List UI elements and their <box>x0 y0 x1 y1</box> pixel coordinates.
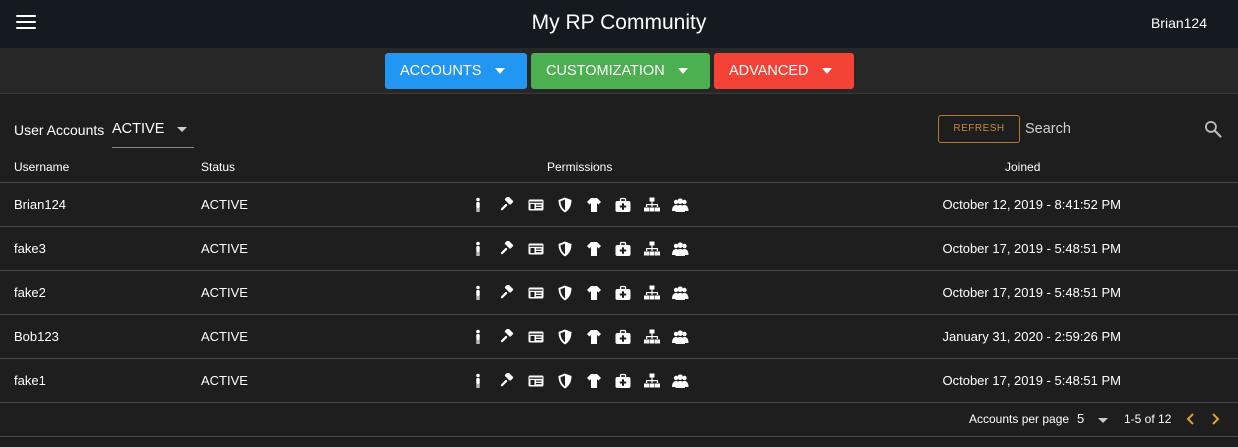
status-cell: ACTIVE <box>201 373 248 388</box>
users-icon[interactable] <box>672 329 690 345</box>
sitemap-icon[interactable] <box>644 329 660 345</box>
caret-down-icon <box>822 68 832 74</box>
sitemap-icon[interactable] <box>644 285 660 301</box>
status-filter-value: ACTIVE <box>112 121 165 137</box>
users-icon[interactable] <box>672 285 690 301</box>
gavel-icon[interactable] <box>499 329 515 345</box>
person-icon[interactable] <box>470 241 486 257</box>
customization-menu-label: CUSTOMIZATION <box>546 63 665 79</box>
gavel-icon[interactable] <box>499 373 515 389</box>
filter-row: User Accounts ACTIVE REFRESH <box>0 94 1238 154</box>
status-filter-select[interactable]: ACTIVE <box>112 114 194 148</box>
medkit-icon[interactable] <box>615 241 631 257</box>
gavel-icon[interactable] <box>499 241 515 257</box>
shirt-icon[interactable] <box>586 373 602 389</box>
users-icon[interactable] <box>672 241 690 257</box>
shield-icon[interactable] <box>557 329 573 345</box>
user-accounts-label: User Accounts <box>14 122 105 138</box>
status-cell: ACTIVE <box>201 329 248 344</box>
chevron-left-icon[interactable] <box>1184 412 1198 426</box>
table-row[interactable]: fake2 ACTIVE October 17, 2019 - 5:48:51 PM <box>0 271 1238 315</box>
chevron-right-icon[interactable] <box>1208 412 1222 426</box>
app-bar: My RP Community Brian124 <box>0 0 1238 48</box>
per-page-label: Accounts per page <box>969 412 1070 426</box>
advanced-menu-button[interactable]: ADVANCED <box>714 53 854 89</box>
per-page-select[interactable]: 5 <box>1077 410 1113 430</box>
table-header: Username Status Permissions Joined <box>0 154 1238 183</box>
table-footer: Accounts per page 5 1-5 of 12 <box>0 403 1238 437</box>
users-icon[interactable] <box>672 373 690 389</box>
id-card-icon[interactable] <box>528 241 544 257</box>
joined-cell: October 17, 2019 - 5:48:51 PM <box>942 241 1122 256</box>
status-cell: ACTIVE <box>201 285 248 300</box>
shirt-icon[interactable] <box>586 285 602 301</box>
joined-cell: January 31, 2020 - 2:59:26 PM <box>942 329 1121 344</box>
advanced-menu-label: ADVANCED <box>729 63 809 79</box>
customization-menu-button[interactable]: CUSTOMIZATION <box>531 53 710 89</box>
person-icon[interactable] <box>470 373 486 389</box>
sitemap-icon[interactable] <box>644 373 660 389</box>
table-row[interactable]: Brian124 ACTIVE October 12, 2019 - 8:41:52… <box>0 183 1238 227</box>
accounts-menu-label: ACCOUNTS <box>400 63 482 79</box>
username-cell: fake1 <box>14 373 46 388</box>
id-card-icon[interactable] <box>528 373 544 389</box>
app-title: My RP Community <box>531 11 707 34</box>
shield-icon[interactable] <box>557 197 573 213</box>
search-input[interactable] <box>1025 118 1195 140</box>
sitemap-icon[interactable] <box>644 241 660 257</box>
person-icon[interactable] <box>470 329 486 345</box>
gavel-icon[interactable] <box>499 285 515 301</box>
joined-cell: October 12, 2019 - 8:41:52 PM <box>942 197 1122 212</box>
per-page-value: 5 <box>1077 411 1085 426</box>
caret-down-icon <box>678 68 688 74</box>
user-name[interactable]: Brian124 <box>1151 15 1207 31</box>
refresh-button[interactable]: REFRESH <box>938 115 1020 143</box>
page-range: 1-5 of 12 <box>1124 412 1172 426</box>
caret-down-icon <box>1098 418 1108 423</box>
medkit-icon[interactable] <box>615 373 631 389</box>
status-cell: ACTIVE <box>201 197 248 212</box>
joined-cell: October 17, 2019 - 5:48:51 PM <box>942 373 1122 388</box>
shield-icon[interactable] <box>557 241 573 257</box>
username-cell: Brian124 <box>14 197 67 212</box>
id-card-icon[interactable] <box>528 197 544 213</box>
table-row[interactable]: Bob123 ACTIVE January 31, 2020 - 2:59:26 P… <box>0 315 1238 359</box>
gavel-icon[interactable] <box>499 197 515 213</box>
id-card-icon[interactable] <box>528 285 544 301</box>
medkit-icon[interactable] <box>615 197 631 213</box>
shirt-icon[interactable] <box>586 329 602 345</box>
column-header-permissions: Permissions <box>547 160 613 174</box>
caret-down-icon <box>177 127 187 132</box>
username-cell: Bob123 <box>14 329 59 344</box>
users-icon[interactable] <box>672 197 690 213</box>
table-row[interactable]: fake3 ACTIVE October 17, 2019 - 5:48:51 PM <box>0 227 1238 271</box>
shirt-icon[interactable] <box>586 197 602 213</box>
shield-icon[interactable] <box>557 285 573 301</box>
person-icon[interactable] <box>470 197 486 213</box>
column-header-joined[interactable]: Joined <box>1005 160 1040 174</box>
status-cell: ACTIVE <box>201 241 248 256</box>
username-cell: fake3 <box>14 241 46 256</box>
table-row[interactable]: fake1 ACTIVE October 17, 2019 - 5:48:51 PM <box>0 359 1238 403</box>
medkit-icon[interactable] <box>615 329 631 345</box>
column-header-status[interactable]: Status <box>201 160 235 174</box>
search-icon[interactable] <box>1203 119 1223 139</box>
id-card-icon[interactable] <box>528 329 544 345</box>
category-toolbar: ACCOUNTS CUSTOMIZATION ADVANCED <box>0 48 1238 94</box>
username-cell: fake2 <box>14 285 46 300</box>
column-header-username[interactable]: Username <box>14 160 69 174</box>
medkit-icon[interactable] <box>615 285 631 301</box>
person-icon[interactable] <box>470 285 486 301</box>
accounts-menu-button[interactable]: ACCOUNTS <box>385 53 527 89</box>
shield-icon[interactable] <box>557 373 573 389</box>
sitemap-icon[interactable] <box>644 197 660 213</box>
caret-down-icon <box>495 68 505 74</box>
joined-cell: October 17, 2019 - 5:48:51 PM <box>942 285 1122 300</box>
shirt-icon[interactable] <box>586 241 602 257</box>
